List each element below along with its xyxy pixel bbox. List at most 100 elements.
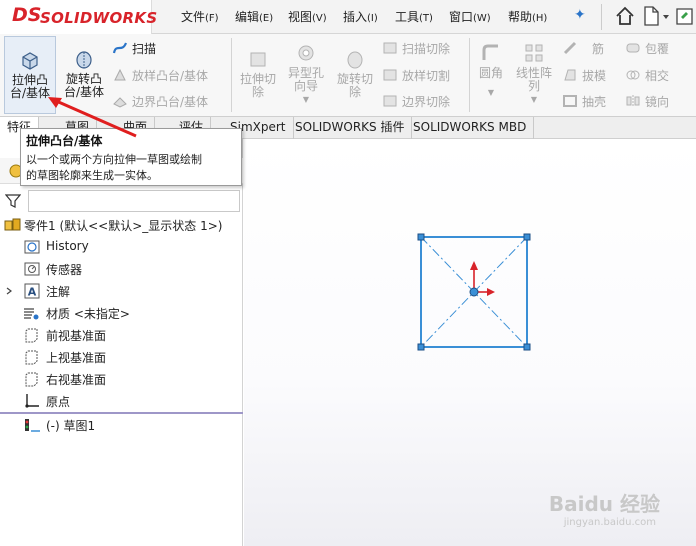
linear-pattern-label: 线性阵 列 — [515, 66, 552, 93]
shell-button[interactable]: 抽壳 — [562, 93, 606, 110]
boundary-cut-button[interactable]: 边界切除 — [382, 93, 450, 110]
intersect-icon — [626, 70, 640, 80]
lofted-cut-icon — [383, 69, 397, 81]
intersect-button[interactable]: 相交 — [625, 67, 669, 84]
tree-item-front-plane[interactable]: 前视基准面 — [0, 324, 243, 346]
filter-row — [0, 188, 243, 214]
hole-wizard-button[interactable]: 异型孔 向导 ▼ — [283, 42, 329, 112]
hole-wizard-label: 异型孔 向导 — [287, 66, 324, 93]
plane-icon — [25, 372, 38, 387]
tree-item-label: 原点 — [46, 395, 71, 409]
tooltip-description: 以一个或两个方向拉伸一草图或绘制 的草图轮廓来生成一实体。 — [26, 152, 236, 184]
home-icon[interactable] — [614, 5, 636, 27]
tree-item-label: (-) 草图1 — [46, 419, 96, 433]
revolve-cut-label: 旋转切 除 — [336, 72, 373, 99]
open-document-icon[interactable] — [674, 5, 696, 27]
origin-marker — [469, 261, 495, 297]
tree-item-history[interactable]: History — [0, 236, 243, 258]
menu-window[interactable]: 窗口(W) — [449, 8, 491, 25]
menu-view[interactable]: 视图(V) — [288, 8, 327, 25]
tree-item-sketch1[interactable]: (-) 草图1 — [0, 414, 243, 436]
annotation-icon: A — [24, 283, 40, 299]
fillet-label: 圆角 — [478, 66, 503, 80]
watermark-logo: Baidu 经验 — [548, 492, 660, 516]
sketch-icon — [25, 419, 40, 432]
part-root-label: 零件1 (默认<<默认>_显示状态 1>) — [24, 219, 223, 233]
tree-item-sensors[interactable]: 传感器 — [0, 258, 243, 280]
filter-input[interactable] — [28, 190, 240, 212]
extrude-cut-icon — [250, 52, 266, 67]
draft-button[interactable]: 拔模 — [562, 67, 606, 84]
tooltip-desc-line: 的草图轮廓来生成一实体。 — [26, 169, 158, 182]
intersect-label: 相交 — [645, 69, 670, 83]
tooltip-desc-line: 以一个或两个方向拉伸一草图或绘制 — [26, 153, 202, 166]
red-arrow-annotation — [48, 97, 137, 138]
tree-item-label: 右视基准面 — [46, 373, 107, 387]
tree-item-label: 传感器 — [46, 263, 83, 277]
menu-insert[interactable]: 插入(I) — [343, 8, 378, 25]
sweep-label: 扫描 — [132, 42, 157, 56]
tab-solidworks-mbd[interactable]: SOLIDWORKS MBD — [406, 117, 535, 139]
swept-cut-button[interactable]: 扫描切除 — [382, 40, 450, 57]
tree-item-origin[interactable]: 原点 — [0, 390, 243, 412]
chevron-down-icon: ▼ — [487, 88, 495, 97]
boundary-cut-icon — [383, 95, 397, 107]
tree-item-label: 前视基准面 — [46, 329, 107, 343]
shell-label: 抽壳 — [582, 95, 607, 109]
revolve-boss-icon — [76, 51, 92, 69]
app-logo[interactable]: DS SOLIDWORKS — [0, 0, 157, 34]
rib-button[interactable]: 筋 — [562, 40, 604, 57]
draft-icon — [564, 69, 576, 81]
new-document-icon[interactable] — [640, 5, 662, 27]
divider — [469, 38, 470, 112]
revolve-cut-button[interactable]: 旋转切 除 — [333, 48, 377, 112]
tree-item-annotations[interactable]: A 注解 — [0, 280, 243, 302]
sketch-canvas — [417, 233, 531, 351]
menu-file[interactable]: 文件(F) — [181, 8, 219, 25]
pin-icon[interactable]: ✦ — [574, 7, 586, 23]
lofted-cut-button[interactable]: 放样切割 — [382, 67, 450, 84]
tree-item-material[interactable]: 材质 <未指定> — [0, 302, 243, 324]
part-root[interactable]: 零件1 (默认<<默认>_显示状态 1>) — [0, 214, 243, 236]
app-logo-text: SOLIDWORKS — [40, 9, 158, 27]
tree-item-top-plane[interactable]: 上视基准面 — [0, 346, 243, 368]
menu-edit[interactable]: 编辑(E) — [235, 8, 273, 25]
history-icon — [24, 240, 40, 254]
rib-icon — [563, 41, 577, 55]
draft-label: 拔模 — [582, 69, 607, 83]
divider — [601, 4, 602, 30]
wrap-label: 包覆 — [645, 42, 670, 56]
ds-logo-mark: DS — [12, 4, 42, 26]
swept-cut-label: 扫描切除 — [402, 42, 451, 56]
mirror-button[interactable]: 镜向 — [625, 93, 669, 110]
tree-item-label: History — [46, 239, 89, 253]
chevron-down-icon[interactable] — [662, 13, 670, 21]
sweep-icon — [112, 42, 128, 54]
material-icon — [24, 308, 39, 320]
sweep-button[interactable]: 扫描 — [112, 40, 156, 57]
graphics-area[interactable] — [244, 139, 696, 546]
plane-icon — [25, 328, 38, 343]
fillet-button[interactable]: 圆角 ▼ — [474, 42, 508, 112]
mirror-label: 镜向 — [645, 95, 670, 109]
shell-icon — [563, 95, 577, 107]
origin-icon — [25, 394, 39, 408]
boundary-cut-label: 边界切除 — [402, 95, 451, 109]
boundary-boss-label: 边界凸台/基体 — [132, 95, 209, 109]
loft-button[interactable]: 放样凸台/基体 — [112, 67, 208, 84]
tree-item-label: 注解 — [46, 285, 71, 299]
menu-tools[interactable]: 工具(T) — [395, 8, 433, 25]
linear-pattern-button[interactable]: 线性阵 列 ▼ — [512, 42, 556, 112]
menu-help[interactable]: 帮助(H) — [508, 8, 547, 25]
expand-arrow-icon[interactable] — [5, 287, 13, 295]
loft-label: 放样凸台/基体 — [132, 69, 209, 83]
divider — [231, 38, 232, 112]
tree-item-label: 材质 <未指定> — [46, 307, 130, 321]
filter-icon[interactable] — [5, 193, 21, 209]
tab-solidworks-addins[interactable]: SOLIDWORKS 插件 — [288, 117, 413, 139]
extrude-cut-button[interactable]: 拉伸切 除 — [236, 48, 280, 112]
tree-item-right-plane[interactable]: 右视基准面 — [0, 368, 243, 390]
wrap-button[interactable]: 包覆 — [625, 40, 669, 57]
loft-icon — [114, 68, 126, 81]
wrap-icon — [626, 43, 640, 53]
